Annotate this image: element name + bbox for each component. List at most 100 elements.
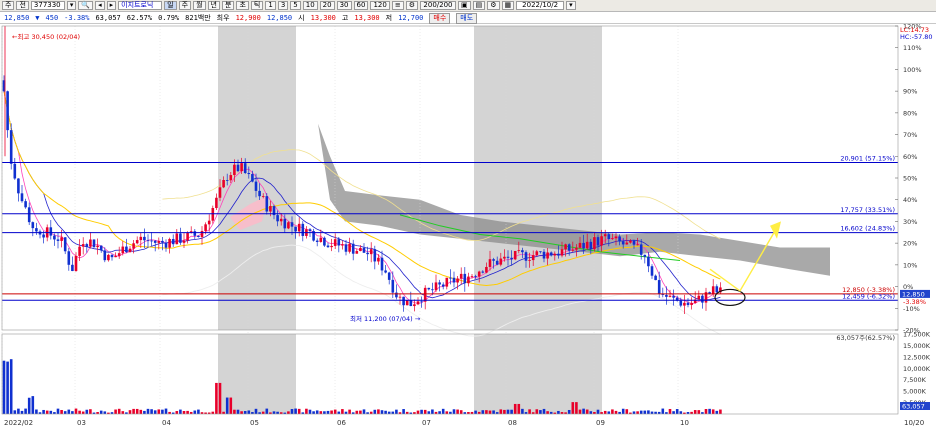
candle-body — [333, 239, 337, 246]
volume-bar — [614, 410, 618, 414]
candle-body — [326, 245, 330, 248]
x-tick-label: 04 — [162, 419, 171, 427]
candle-body — [27, 207, 31, 223]
candle-body — [168, 238, 171, 248]
volume-bar — [542, 408, 546, 414]
price-axis-label: -10% — [903, 305, 920, 313]
candle-body — [81, 244, 85, 247]
candle-body — [434, 282, 438, 291]
volume-bar — [391, 411, 395, 414]
price-chart[interactable]: 20,901 (57.15%) 17,757 (33.51%) 16,602 (24… — [0, 0, 936, 428]
candle-body — [63, 237, 67, 252]
volume-bar — [456, 409, 459, 414]
candle-body — [575, 247, 578, 250]
volume-axis-label: 7,500K — [903, 376, 927, 384]
candle-body — [510, 257, 513, 260]
price-axis-label: 10% — [903, 261, 917, 269]
volume-bar — [330, 410, 333, 414]
volume-bar — [222, 411, 225, 414]
volume-bar — [179, 409, 182, 414]
candle-body — [236, 164, 240, 172]
volume-bar — [513, 403, 517, 414]
candle-body — [243, 163, 247, 173]
candle-body — [35, 228, 38, 232]
volume-bar — [24, 408, 27, 414]
volume-bar — [9, 359, 13, 414]
candle-body — [499, 258, 503, 265]
volume-bar — [315, 410, 319, 414]
candle-body — [686, 302, 690, 306]
volume-bar — [650, 411, 654, 414]
candle-body — [17, 178, 20, 194]
candle-body — [315, 240, 319, 242]
candle-body — [117, 253, 121, 256]
candle-body — [571, 249, 575, 251]
candle-body — [20, 193, 24, 202]
candle-body — [481, 271, 485, 273]
volume-bar — [405, 411, 409, 414]
candle-body — [488, 259, 492, 267]
volume-bar — [654, 411, 657, 414]
candle-body — [611, 238, 614, 240]
candle-body — [229, 175, 233, 181]
volume-bar — [593, 411, 596, 414]
candle-body — [564, 244, 567, 250]
candle-body — [125, 246, 128, 253]
volume-bar — [359, 410, 362, 414]
volume-bar — [168, 411, 171, 414]
volume-bar — [715, 410, 719, 414]
candle-body — [665, 294, 668, 297]
volume-bar — [67, 409, 71, 414]
candle-body — [477, 271, 481, 277]
candle-body — [668, 295, 672, 297]
support-line-label: 16,602 (24.83%) — [840, 225, 895, 233]
candle-body — [413, 304, 416, 307]
volume-bar — [42, 409, 45, 414]
volume-bar — [362, 409, 366, 414]
candle-body — [146, 240, 150, 242]
price-frame — [1, 25, 899, 331]
volume-axis-label: 10,000K — [903, 365, 931, 373]
candle-body — [420, 301, 423, 303]
candle-body — [143, 236, 146, 241]
candle-body — [423, 287, 427, 302]
candle-body — [701, 295, 704, 303]
volume-bar — [567, 409, 571, 414]
candle-body — [632, 240, 636, 245]
candle-body — [452, 277, 456, 283]
candle-body — [621, 241, 625, 245]
volume-bar — [153, 410, 157, 414]
volume-bar — [373, 409, 377, 414]
x-tick-label: 2022/02 — [4, 419, 33, 427]
volume-bar — [20, 410, 24, 414]
candle-body — [467, 276, 470, 284]
candle-body — [614, 236, 618, 239]
candle-body — [74, 255, 78, 272]
volume-bar — [395, 409, 398, 414]
candle-body — [683, 302, 686, 306]
volume-bar — [60, 409, 63, 414]
candle-body — [416, 301, 420, 305]
candle-body — [186, 232, 189, 241]
volume-bar — [575, 402, 578, 414]
volume-bar — [218, 382, 222, 414]
volume-bar — [182, 411, 186, 414]
volume-bar — [337, 411, 341, 414]
candle-body — [657, 280, 661, 294]
candle-body — [218, 187, 222, 198]
volume-bar — [186, 410, 189, 414]
volume-bar — [276, 411, 279, 414]
volume-bar — [243, 411, 247, 414]
candle-body — [542, 251, 546, 259]
price-axis-label: 30% — [903, 218, 917, 226]
volume-bar — [492, 410, 495, 414]
volume-bar — [2, 360, 6, 414]
volume-bar — [416, 410, 420, 414]
candle-body — [607, 234, 611, 240]
volume-bar — [132, 408, 135, 414]
candle-body — [546, 252, 549, 259]
candle-body — [596, 237, 600, 246]
volume-bar — [290, 409, 294, 414]
volume-bar — [85, 409, 89, 414]
volume-bar — [175, 411, 179, 414]
